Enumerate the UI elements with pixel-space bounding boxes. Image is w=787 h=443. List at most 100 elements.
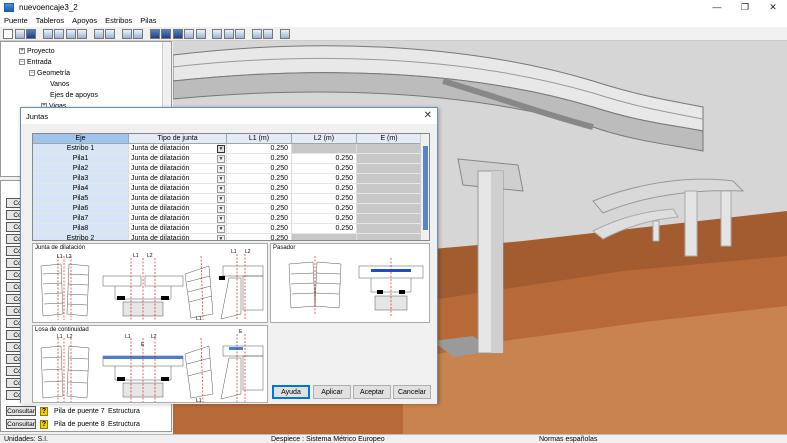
menu-pilas[interactable]: Pilas — [136, 16, 160, 25]
consultar-button[interactable]: Consultar — [6, 419, 36, 429]
cell-l1[interactable]: 0.250 — [227, 164, 292, 174]
chevron-down-icon[interactable]: ▼ — [217, 155, 225, 163]
cell-l2[interactable]: 0.250 — [292, 204, 357, 214]
cell-l1[interactable]: 0.250 — [227, 224, 292, 234]
column-header-l1[interactable]: L1 (m) — [227, 134, 292, 144]
cell-l1[interactable]: 0.250 — [227, 234, 292, 240]
cell-tipo-junta[interactable]: Junta de dilatación ▼ — [129, 234, 227, 240]
table-row[interactable]: Pila3 Junta de dilatación ▼ 0.250 0.250 — [33, 174, 422, 184]
diagram-junta-dilatacion[interactable]: Junta de dilatación L1 L2 L1 L2 L1 L1 L2 — [32, 243, 268, 323]
cell-tipo-junta[interactable]: Junta de dilatación ▼ — [129, 144, 227, 154]
table-row[interactable]: Pila6 Junta de dilatación ▼ 0.250 0.250 — [33, 204, 422, 214]
view-front-icon[interactable] — [149, 28, 160, 39]
chevron-down-icon[interactable]: ▼ — [217, 215, 225, 223]
table-row[interactable]: Pila1 Junta de dilatación ▼ 0.250 0.250 — [33, 154, 422, 164]
grid-add-icon[interactable] — [65, 28, 76, 39]
consultar-button[interactable]: Consultar — [6, 406, 36, 416]
new-file-icon[interactable] — [3, 28, 13, 39]
aceptar-button[interactable]: Aceptar — [353, 385, 391, 399]
cell-tipo-junta[interactable]: Junta de dilatación ▼ — [129, 164, 227, 174]
cancelar-button[interactable]: Cancelar — [393, 385, 431, 399]
close-icon[interactable]: ✕ — [424, 110, 432, 121]
cell-l2[interactable]: 0.250 — [292, 194, 357, 204]
view-side-icon[interactable] — [161, 28, 171, 39]
diagram-losa-continuidad[interactable]: Losa de continuidad L1 L2 L1 E L2 L1 E — [32, 325, 268, 403]
tree-item-entrada[interactable]: − Entrada — [19, 57, 52, 67]
table-row[interactable]: Estribo 2 Junta de dilatación ▼ 0.250 — [33, 234, 422, 240]
menu-apoyos[interactable]: Apoyos — [68, 16, 101, 25]
cell-l1[interactable]: 0.250 — [227, 214, 292, 224]
cell-l1[interactable]: 0.250 — [227, 194, 292, 204]
open-folder-icon[interactable] — [14, 28, 25, 39]
minimize-icon[interactable]: — — [703, 0, 731, 14]
aplicar-button[interactable]: Aplicar — [313, 385, 351, 399]
chevron-down-icon[interactable]: ▼ — [217, 185, 225, 193]
chevron-down-icon[interactable]: ▼ — [217, 145, 225, 153]
copy-icon[interactable] — [121, 28, 132, 39]
table-row[interactable]: Pila2 Junta de dilatación ▼ 0.250 0.250 — [33, 164, 422, 174]
column-header-e[interactable]: E (m) — [357, 134, 422, 144]
close-icon[interactable]: ✕ — [759, 0, 787, 14]
cell-tipo-junta[interactable]: Junta de dilatación ▼ — [129, 184, 227, 194]
chevron-down-icon[interactable]: ▼ — [217, 175, 225, 183]
collapse-icon[interactable]: − — [19, 59, 25, 65]
column-header-eje[interactable]: Eje — [33, 134, 129, 144]
tree-item-proyecto[interactable]: + Proyecto — [19, 46, 55, 56]
table-row[interactable]: Pila4 Junta de dilatación ▼ 0.250 0.250 — [33, 184, 422, 194]
scrollbar-thumb[interactable] — [423, 146, 428, 230]
chevron-down-icon[interactable]: ▼ — [217, 195, 225, 203]
rotate-left-icon[interactable] — [184, 28, 194, 39]
maximize-icon[interactable]: ❐ — [731, 0, 759, 14]
save-icon[interactable] — [26, 28, 36, 39]
chevron-down-icon[interactable]: ▼ — [217, 165, 225, 173]
cell-tipo-junta[interactable]: Junta de dilatación ▼ — [129, 154, 227, 164]
expand-icon[interactable]: + — [19, 48, 25, 54]
table-scrollbar[interactable] — [420, 134, 429, 240]
paste-icon[interactable] — [133, 28, 143, 39]
table-row[interactable]: Pila7 Junta de dilatación ▼ 0.250 0.250 — [33, 214, 422, 224]
cell-l1[interactable]: 0.250 — [227, 184, 292, 194]
menu-estribos[interactable]: Estribos — [101, 16, 136, 25]
cell-tipo-junta[interactable]: Junta de dilatación ▼ — [129, 214, 227, 224]
grid-split-icon[interactable] — [54, 28, 64, 39]
cell-tipo-junta[interactable]: Junta de dilatación ▼ — [129, 194, 227, 204]
menu-puente[interactable]: Puente — [0, 16, 32, 25]
column-header-tipo[interactable]: Tipo de junta — [129, 134, 227, 144]
cell-l2[interactable]: 0.250 — [292, 214, 357, 224]
grid-view-icon[interactable] — [42, 28, 53, 39]
cell-tipo-junta[interactable]: Junta de dilatación ▼ — [129, 224, 227, 234]
cell-l2[interactable]: 0.250 — [292, 224, 357, 234]
menu-tableros[interactable]: Tableros — [32, 16, 68, 25]
windows-cascade-icon[interactable] — [105, 28, 115, 39]
cell-l2[interactable]: 0.250 — [292, 164, 357, 174]
tree-item-ejes-de-apoyos[interactable]: Ejes de apoyos — [50, 90, 98, 100]
cell-l2[interactable]: 0.250 — [292, 184, 357, 194]
table-row[interactable]: Pila5 Junta de dilatación ▼ 0.250 0.250 — [33, 194, 422, 204]
tree-item-vanos[interactable]: Vanos — [50, 79, 69, 89]
chevron-down-icon[interactable]: ▼ — [217, 225, 225, 233]
cell-l1[interactable]: 0.250 — [227, 174, 292, 184]
cell-l1[interactable]: 0.250 — [227, 144, 292, 154]
zoom-icon[interactable] — [235, 28, 245, 39]
table-row[interactable]: Estribo 1 Junta de dilatación ▼ 0.250 — [33, 144, 422, 154]
cell-tipo-junta[interactable]: Junta de dilatación ▼ — [129, 204, 227, 214]
window-icon[interactable] — [93, 28, 104, 39]
view-3d-icon[interactable] — [172, 28, 183, 39]
measure-icon[interactable] — [263, 28, 273, 39]
diagram-pasador[interactable]: Pasador — [270, 243, 430, 323]
cell-l1[interactable]: 0.250 — [227, 154, 292, 164]
rotate-right-icon[interactable] — [195, 28, 206, 39]
chevron-down-icon[interactable]: ▼ — [217, 205, 225, 213]
grid-remove-icon[interactable] — [77, 28, 87, 39]
move-icon[interactable] — [223, 28, 234, 39]
column-header-l2[interactable]: L2 (m) — [292, 134, 357, 144]
cell-l2[interactable]: 0.250 — [292, 174, 357, 184]
cell-tipo-junta[interactable]: Junta de dilatación ▼ — [129, 174, 227, 184]
cell-l1[interactable]: 0.250 — [227, 204, 292, 214]
ayuda-button[interactable]: Ayuda — [272, 385, 310, 399]
collapse-icon[interactable]: − — [29, 70, 35, 76]
pencil-icon[interactable] — [251, 28, 262, 39]
chevron-down-icon[interactable]: ▼ — [217, 235, 225, 240]
pointer-icon[interactable] — [279, 28, 290, 39]
table-row[interactable]: Pila8 Junta de dilatación ▼ 0.250 0.250 — [33, 224, 422, 234]
